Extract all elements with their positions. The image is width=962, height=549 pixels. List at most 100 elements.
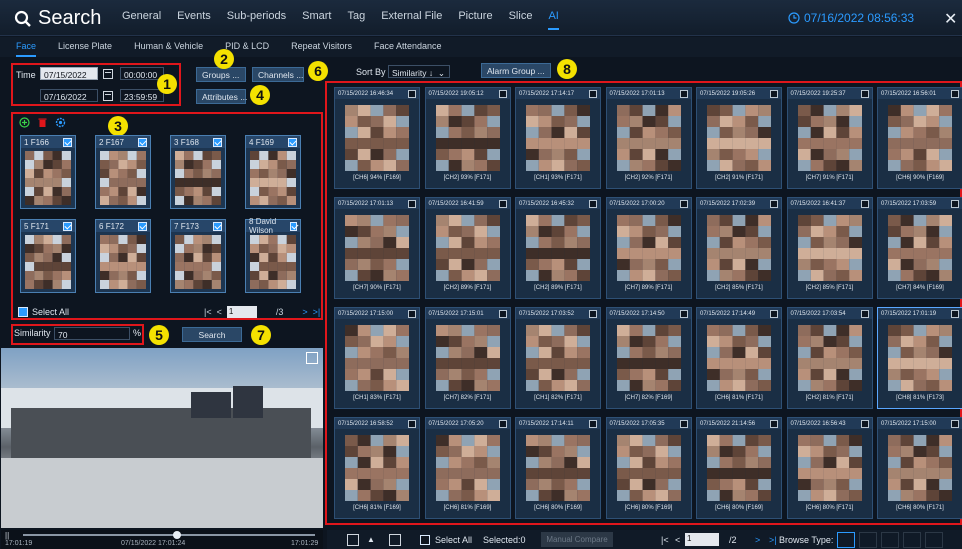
main-nav-tab[interactable]: Tag bbox=[347, 10, 365, 30]
result-tile[interactable]: 07/15/2022 21:14:56 [CH6] 80% [F169] bbox=[696, 417, 782, 519]
main-nav-tab[interactable]: Events bbox=[177, 10, 211, 30]
result-checkbox[interactable] bbox=[951, 89, 959, 98]
start-date-field[interactable]: 07/15/2022 bbox=[40, 67, 98, 80]
result-tile[interactable]: 07/15/2022 17:01:19 [CH8] 81% [F173] bbox=[877, 307, 962, 409]
result-tile[interactable]: 07/15/2022 17:01:13 [CH7] 90% [F171] bbox=[334, 197, 420, 299]
result-tile[interactable]: 07/15/2022 16:45:32 [CH2] 89% [F171] bbox=[515, 197, 601, 299]
sub-nav-tab[interactable]: Repeat Visitors bbox=[291, 37, 352, 57]
face-checkbox[interactable] bbox=[213, 137, 222, 147]
result-tile[interactable]: 07/15/2022 17:14:11 [CH6] 80% [F169] bbox=[515, 417, 601, 519]
result-tile[interactable]: 07/15/2022 17:02:39 [CH2] 85% [F171] bbox=[696, 197, 782, 299]
browse-timeline-icon[interactable] bbox=[925, 532, 943, 548]
main-nav-tab[interactable]: Sub-periods bbox=[227, 10, 286, 30]
results-first-page-icon[interactable]: |< bbox=[661, 535, 669, 545]
result-checkbox[interactable] bbox=[951, 419, 959, 428]
result-checkbox[interactable] bbox=[770, 199, 778, 208]
similarity-input[interactable]: 70 bbox=[54, 327, 130, 340]
results-last-page-icon[interactable]: >| bbox=[769, 535, 777, 545]
browse-small-grid-icon[interactable] bbox=[881, 532, 899, 548]
face-checkbox[interactable] bbox=[288, 137, 297, 147]
result-checkbox[interactable] bbox=[589, 89, 597, 98]
result-checkbox[interactable] bbox=[408, 89, 416, 98]
result-tile[interactable]: 07/15/2022 17:15:00 [CH6] 80% [F171] bbox=[877, 417, 962, 519]
result-checkbox[interactable] bbox=[498, 89, 507, 98]
result-tile[interactable]: 07/15/2022 17:14:50 [CH7] 82% [F169] bbox=[605, 307, 692, 409]
result-tile[interactable]: 07/15/2022 16:56:01 [CH6] 90% [F169] bbox=[877, 87, 962, 189]
face-card[interactable]: 1 F166 bbox=[20, 135, 76, 209]
face-checkbox[interactable] bbox=[289, 221, 297, 231]
result-checkbox[interactable] bbox=[860, 309, 869, 318]
face-checkbox[interactable] bbox=[138, 221, 147, 231]
result-tile[interactable]: 07/15/2022 16:56:43 [CH6] 80% [F171] bbox=[786, 417, 873, 519]
results-page-input[interactable]: 1 bbox=[685, 533, 719, 546]
main-nav-tab[interactable]: External File bbox=[381, 10, 442, 30]
main-nav-tab[interactable]: Slice bbox=[509, 10, 533, 30]
sub-nav-tab[interactable]: Human & Vehicle bbox=[134, 37, 203, 57]
browse-list-icon[interactable] bbox=[903, 532, 921, 548]
result-tile[interactable]: 07/15/2022 19:25:37 [CH7] 91% [F171] bbox=[786, 87, 873, 189]
result-checkbox[interactable] bbox=[860, 199, 869, 208]
result-checkbox[interactable] bbox=[860, 419, 869, 428]
result-checkbox[interactable] bbox=[408, 309, 416, 318]
fullscreen-icon[interactable] bbox=[306, 352, 318, 364]
face-card[interactable]: 6 F172 bbox=[95, 219, 151, 293]
face-card[interactable]: 5 F171 bbox=[20, 219, 76, 293]
select-all-results-checkbox[interactable] bbox=[420, 535, 430, 545]
result-tile[interactable]: 07/15/2022 17:14:17 [CH1] 93% [F171] bbox=[515, 87, 601, 189]
result-checkbox[interactable] bbox=[589, 419, 597, 428]
play-selected-icon[interactable] bbox=[347, 534, 359, 546]
result-tile[interactable]: 07/15/2022 16:41:59 [CH2] 89% [F171] bbox=[424, 197, 511, 299]
playback-preview[interactable] bbox=[1, 348, 323, 528]
face-checkbox[interactable] bbox=[213, 221, 222, 231]
face-card[interactable]: 7 F173 bbox=[170, 219, 226, 293]
results-next-page-icon[interactable]: > bbox=[755, 535, 760, 545]
result-tile[interactable]: 07/15/2022 16:58:52 [CH6] 81% [F169] bbox=[334, 417, 420, 519]
result-checkbox[interactable] bbox=[770, 309, 778, 318]
browse-medium-grid-icon[interactable] bbox=[859, 532, 877, 548]
result-checkbox[interactable] bbox=[679, 89, 688, 98]
result-checkbox[interactable] bbox=[498, 309, 507, 318]
calendar-icon[interactable] bbox=[103, 69, 113, 79]
face-card[interactable]: 8 David Wilson bbox=[245, 217, 301, 293]
result-tile[interactable]: 07/15/2022 16:41:37 [CH2] 85% [F171] bbox=[786, 197, 873, 299]
channels-button[interactable]: Channels ... bbox=[252, 67, 304, 82]
select-all-faces-checkbox[interactable] bbox=[18, 307, 28, 317]
face-checkbox[interactable] bbox=[138, 137, 147, 147]
next-page-icon[interactable]: > bbox=[302, 307, 307, 317]
groups-button[interactable]: Groups ... bbox=[196, 67, 246, 82]
result-checkbox[interactable] bbox=[770, 89, 778, 98]
timeline-knob[interactable] bbox=[173, 531, 181, 539]
results-prev-page-icon[interactable]: < bbox=[675, 535, 680, 545]
browse-large-grid-icon[interactable] bbox=[837, 532, 855, 548]
last-page-icon[interactable]: >| bbox=[313, 307, 321, 317]
attributes-button[interactable]: Attributes ... bbox=[196, 89, 247, 104]
result-checkbox[interactable] bbox=[589, 309, 597, 318]
result-checkbox[interactable] bbox=[951, 199, 959, 208]
result-tile[interactable]: 07/15/2022 17:14:49 [CH6] 81% [F171] bbox=[696, 307, 782, 409]
result-tile[interactable]: 07/15/2022 17:03:54 [CH2] 81% [F171] bbox=[786, 307, 873, 409]
main-nav-tab[interactable]: General bbox=[122, 10, 161, 30]
sub-nav-tab[interactable]: Face Attendance bbox=[374, 37, 442, 57]
result-tile[interactable]: 07/15/2022 17:03:59 [CH7] 84% [F169] bbox=[877, 197, 962, 299]
play-icon[interactable]: || bbox=[5, 531, 9, 540]
result-checkbox[interactable] bbox=[498, 199, 507, 208]
result-checkbox[interactable] bbox=[860, 89, 869, 98]
face-card[interactable]: 4 F169 bbox=[245, 135, 301, 209]
main-nav-tab[interactable]: Picture bbox=[458, 10, 492, 30]
manual-compare-button[interactable]: Manual Compare bbox=[541, 532, 613, 547]
result-tile[interactable]: 07/15/2022 17:05:35 [CH6] 80% [F169] bbox=[605, 417, 692, 519]
result-tile[interactable]: 07/15/2022 17:03:52 [CH1] 82% [F171] bbox=[515, 307, 601, 409]
search-button[interactable]: Search bbox=[182, 327, 242, 342]
timeline-track[interactable] bbox=[23, 534, 315, 536]
result-tile[interactable]: 07/15/2022 19:05:26 [CH2] 91% [F171] bbox=[696, 87, 782, 189]
face-card[interactable]: 3 F168 bbox=[170, 135, 226, 209]
save-icon[interactable] bbox=[389, 534, 401, 546]
result-tile[interactable]: 07/15/2022 17:15:01 [CH7] 82% [F171] bbox=[424, 307, 511, 409]
caret-up-icon[interactable]: ▲ bbox=[367, 535, 375, 544]
result-checkbox[interactable] bbox=[408, 199, 416, 208]
close-icon[interactable]: ✕ bbox=[944, 9, 957, 29]
face-page-input[interactable]: 1 bbox=[226, 306, 257, 318]
calendar-icon[interactable] bbox=[103, 91, 113, 101]
sub-nav-tab[interactable]: License Plate bbox=[58, 37, 112, 57]
result-checkbox[interactable] bbox=[951, 309, 959, 318]
